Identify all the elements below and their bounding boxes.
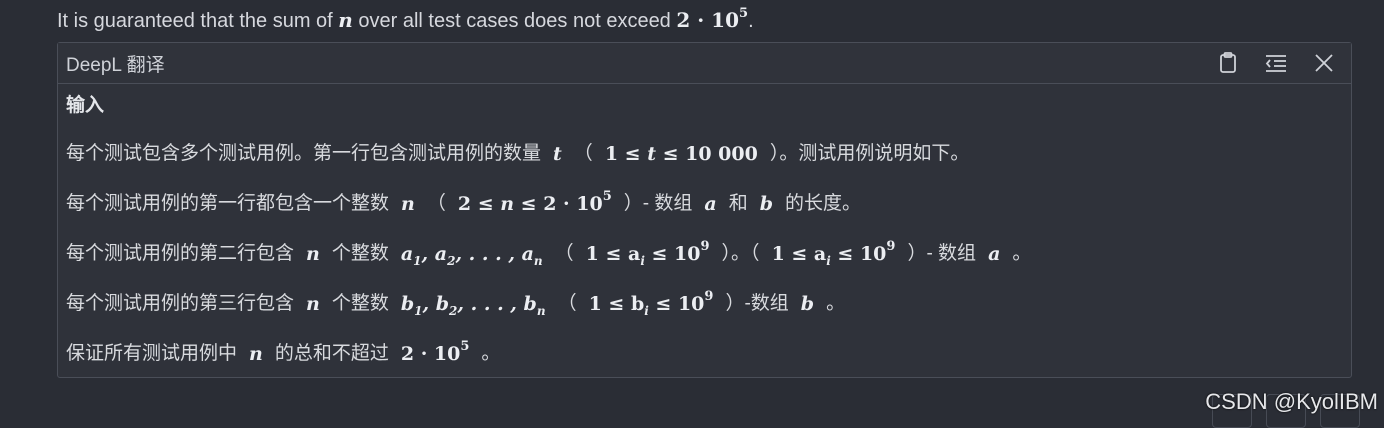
math-var: n [338,8,353,32]
paragraph-3: 每个测试用例的第二行包含 n 个整数 a1, a2, . . . , an （ … [66,239,1032,268]
menu-collapse-icon [1265,55,1286,72]
panel-title: DeepL 翻译 [66,54,165,76]
watermark: CSDN @KyolIBM [1205,389,1378,414]
paragraph-5: 保证所有测试用例中 n 的总和不超过 2 · 105 。 [66,339,501,365]
deepl-translation-panel: DeepL 翻译 输入 每个测试包含多个测试用例。第一行包含测试用例的数量 t … [57,42,1352,378]
clipboard-icon [1220,52,1236,73]
translation-body: 输入 每个测试包含多个测试用例。第一行包含测试用例的数量 t （ 1 ≤ t ≤… [58,84,1351,392]
panel-header: DeepL 翻译 [58,43,1351,84]
paragraph-1: 每个测试包含多个测试用例。第一行包含测试用例的数量 t （ 1 ≤ t ≤ 10… [66,143,970,165]
section-heading: 输入 [66,95,105,116]
paragraph-4: 每个测试用例的第三行包含 n 个整数 b1, b2, . . . , bn （ … [66,289,846,318]
close-button[interactable] [1309,48,1339,78]
collapse-button[interactable] [1261,48,1291,78]
problem-constraint-line: It is guaranteed that the sum of n over … [57,6,754,32]
copy-button[interactable] [1213,48,1243,78]
panel-toolbar [1213,48,1339,78]
math-bound: 2 · 105 [676,6,749,32]
paragraph-2: 每个测试用例的第一行都包含一个整数 n （ 2 ≤ n ≤ 2 · 105 ）-… [66,189,862,215]
close-icon [1315,54,1333,72]
